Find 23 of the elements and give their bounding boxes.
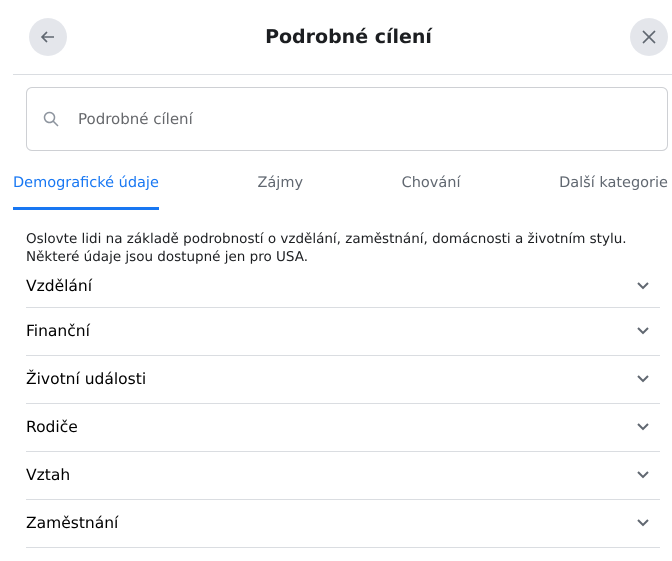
tab[interactable]: Zájmy (257, 165, 304, 210)
tab[interactable]: Další kategorie (559, 165, 668, 210)
category-row[interactable]: Zaměstnání (26, 500, 660, 548)
category-row[interactable]: Finanční (26, 308, 660, 356)
category-label: Vzdělání (26, 276, 92, 297)
category-label: Životní události (26, 368, 146, 390)
category-label: Finanční (26, 320, 90, 342)
category-row[interactable]: Životní události (26, 356, 660, 404)
tab[interactable]: Demografické údaje (13, 165, 159, 210)
category-label: Rodiče (26, 416, 78, 438)
close-button[interactable] (630, 18, 668, 56)
category-label: Vztah (26, 464, 70, 486)
back-button[interactable] (29, 18, 67, 56)
category-row[interactable]: Vztah (26, 452, 660, 500)
search-field[interactable]: Podrobné cílení (26, 87, 668, 151)
tab[interactable]: Chování (402, 165, 460, 210)
dialog-title: Podrobné cílení (265, 24, 432, 50)
description-text: Oslovte lidi na základě podrobností o vzdělání, zaměstnání, domácnosti a životním stylu. Některé údaje jsou dostupné jen pro USA. (26, 230, 628, 266)
close-icon (641, 29, 657, 45)
category-label: Zaměstnání (26, 512, 118, 534)
category-row[interactable]: Vzdělání (26, 266, 660, 308)
category-row[interactable]: Rodiče (26, 404, 660, 452)
back-arrow-icon (40, 29, 56, 45)
